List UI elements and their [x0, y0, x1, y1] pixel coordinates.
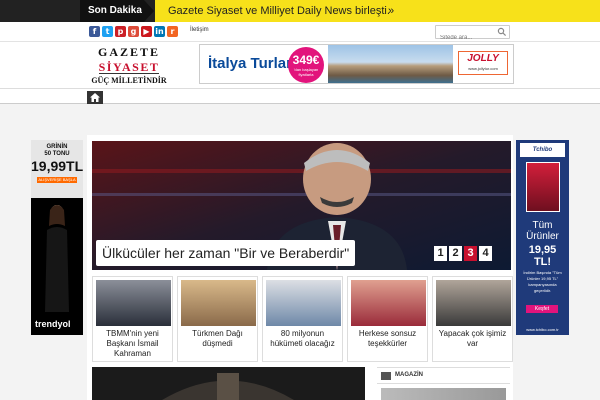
right-ad-fineprint: İndirim Başında "Tüm Ürünler 19,95 TL" k…: [523, 270, 562, 293]
site-header: GAZETE SİYASET GÜÇ MİLLETİNDİR İtalya Tu…: [0, 42, 600, 88]
logo-line-1: GAZETE: [97, 45, 160, 59]
news-card-title: Türkmen Dağı düşmedi: [192, 329, 243, 348]
logo-tagline: GÜÇ MİLLETİNDİR: [91, 76, 167, 85]
youtube-icon[interactable]: ▶: [141, 26, 152, 37]
news-card[interactable]: Yapacak çok işimiz var: [432, 276, 513, 362]
featured-video[interactable]: [92, 367, 365, 400]
contact-link[interactable]: İletişim: [190, 27, 209, 33]
ticker-next-button[interactable]: »: [388, 0, 394, 22]
twitter-icon[interactable]: t: [102, 26, 113, 37]
slider-pager: 1 2 3 4: [434, 246, 492, 261]
main-nav: [0, 88, 600, 104]
home-icon: [90, 93, 100, 102]
ticker-headline[interactable]: Gazete Siyaset ve Milliyet Daily News bi…: [168, 0, 390, 22]
breaking-news-label: Son Dakika: [80, 0, 144, 22]
logo-line-2: SİYASET: [98, 60, 160, 74]
slider-page-3[interactable]: 3: [464, 246, 477, 261]
magazin-icon: [381, 372, 391, 380]
home-button[interactable]: [87, 91, 103, 104]
video-thumbnail: [92, 367, 365, 400]
right-ad-line1: Tüm: [532, 220, 553, 231]
magazin-image[interactable]: [381, 388, 506, 400]
banner-price-badge: 349€ 'dan başlayan fiyatlarla: [288, 47, 324, 83]
banner-price: 349€: [292, 53, 320, 67]
news-card-image: [351, 280, 426, 326]
top-banner-ad[interactable]: İtalya Turları 349€ 'dan başlayan fiyatl…: [199, 44, 514, 84]
slider-page-2[interactable]: 2: [449, 246, 462, 261]
slider-page-1[interactable]: 1: [434, 246, 447, 261]
search-box: [435, 25, 510, 44]
banner-venice-photo: [328, 45, 453, 83]
right-ad-cta-button[interactable]: Keşfet: [526, 305, 558, 313]
magazin-section: MAGAZİN: [377, 367, 510, 400]
search-icon[interactable]: [497, 27, 507, 37]
news-card-image: [266, 280, 341, 326]
right-ad-line2: Ürünler: [526, 231, 559, 242]
left-ad-price: 19,99TL: [31, 158, 83, 174]
banner-price-sub: 'dan başlayan fiyatlarla: [293, 67, 319, 77]
rss-icon[interactable]: r: [167, 26, 178, 37]
linkedin-icon[interactable]: in: [154, 26, 165, 37]
news-card-title: Herkese sonsuz teşekkürler: [358, 329, 417, 348]
banner-brand-url: www.jollytur.com: [468, 66, 498, 71]
facebook-icon[interactable]: f: [89, 26, 100, 37]
right-ad-product-image: [526, 162, 560, 212]
left-skyscraper-ad[interactable]: GRİNİN 50 TONU 19,99TL ALIŞVERİŞE BAŞLA …: [31, 140, 83, 335]
right-ad-heading: Tüm Ürünler: [518, 220, 567, 242]
right-ad-currency: TL!: [533, 256, 552, 268]
breaking-news-ticker: Son Dakika Gazete Siyaset ve Milliyet Da…: [0, 0, 600, 22]
top-bar: f t p g ▶ in r İletişim: [0, 22, 600, 44]
news-card-title: TBMM'nin yeni Başkanı İsmail Kahraman: [106, 329, 159, 358]
banner-brand-name: JOLLY: [467, 53, 499, 64]
news-card-title: 80 milyonun hükümeti olacağız: [270, 329, 335, 348]
news-card[interactable]: TBMM'nin yeni Başkanı İsmail Kahraman: [92, 276, 173, 362]
news-card-image: [436, 280, 511, 326]
banner-title: İtalya Turları: [208, 55, 297, 72]
right-skyscraper-ad[interactable]: Tchibo Tüm Ürünler 19,95 TL! İndirim Baş…: [516, 140, 569, 335]
left-ad-line2: 50 TONU: [44, 151, 70, 157]
right-ad-price-block: 19,95 TL!: [518, 244, 567, 268]
ticker-arrow: [144, 0, 154, 22]
hero-caption[interactable]: Ülkücüler her zaman "Bir ve Beraberdir": [96, 240, 356, 266]
magazin-label[interactable]: MAGAZİN: [395, 372, 423, 378]
banner-brand: JOLLY www.jollytur.com: [458, 51, 508, 75]
right-ad-url: www.tchibo.com.tr: [526, 327, 559, 332]
magazin-divider: [377, 383, 510, 384]
news-card-image: [181, 280, 256, 326]
social-links: f t p g ▶ in r: [89, 26, 178, 37]
left-ad-header: GRİNİN 50 TONU 19,99TL ALIŞVERİŞE BAŞLA: [31, 140, 83, 198]
pinterest-icon[interactable]: p: [115, 26, 126, 37]
right-ad-price: 19,95: [528, 244, 557, 256]
news-card[interactable]: Herkese sonsuz teşekkürler: [347, 276, 428, 362]
news-card-title: Yapacak çok işimiz var: [438, 329, 507, 348]
right-ad-brand: Tchibo: [520, 143, 565, 157]
news-thumbnails: TBMM'nin yeni Başkanı İsmail Kahraman Tü…: [92, 276, 513, 362]
slider-page-4[interactable]: 4: [479, 246, 492, 261]
news-card-image: [96, 280, 171, 326]
google-plus-icon[interactable]: g: [128, 26, 139, 37]
left-ad-model-image: [45, 205, 69, 312]
site-logo[interactable]: GAZETE SİYASET GÜÇ MİLLETİNDİR: [89, 45, 169, 85]
left-ad-brand: trendyol: [35, 319, 71, 329]
left-ad-line1: GRİNİN: [46, 144, 68, 150]
left-ad-cta: ALIŞVERİŞE BAŞLA: [37, 177, 77, 183]
news-card[interactable]: 80 milyonun hükümeti olacağız: [262, 276, 343, 362]
news-card[interactable]: Türkmen Dağı düşmedi: [177, 276, 258, 362]
